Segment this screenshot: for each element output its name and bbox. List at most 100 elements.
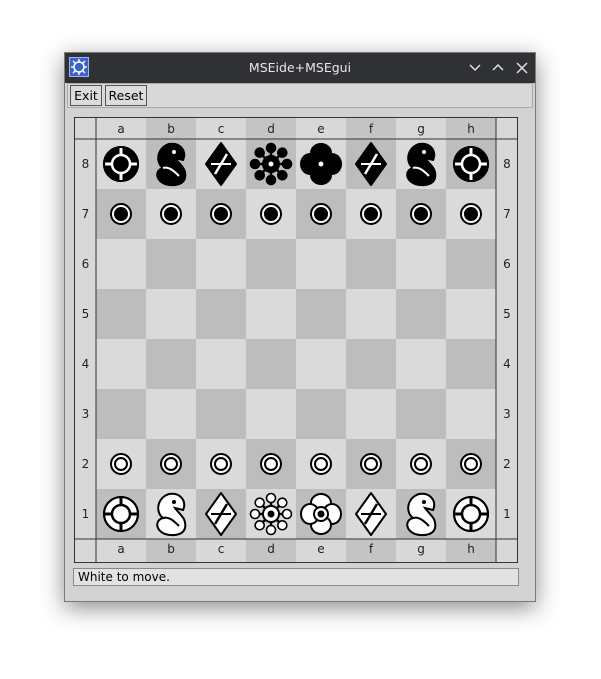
white-pawn-f2[interactable] xyxy=(360,453,382,475)
file-label-bottom-a: a xyxy=(117,542,124,556)
square-c4[interactable] xyxy=(196,339,246,389)
square-e4[interactable] xyxy=(296,339,346,389)
square-f6[interactable] xyxy=(346,239,396,289)
square-b4[interactable] xyxy=(146,339,196,389)
rank-label-left-6: 6 xyxy=(82,257,90,271)
rank-label-right-2: 2 xyxy=(503,457,511,471)
white-knight-b1[interactable] xyxy=(156,492,187,537)
rank-label-left-8: 8 xyxy=(82,157,90,171)
black-pawn-a7[interactable] xyxy=(110,203,132,225)
square-e5[interactable] xyxy=(296,289,346,339)
file-label-top-c: c xyxy=(218,122,225,136)
rank-label-left-1: 1 xyxy=(82,507,90,521)
square-a3[interactable] xyxy=(96,389,146,439)
square-h3[interactable] xyxy=(446,389,496,439)
rank-label-right-1: 1 xyxy=(503,507,511,521)
rank-label-right-7: 7 xyxy=(503,207,511,221)
status-bar: White to move. xyxy=(73,568,519,586)
white-pawn-h2[interactable] xyxy=(460,453,482,475)
rank-label-right-4: 4 xyxy=(503,357,511,371)
rank-label-left-2: 2 xyxy=(82,457,90,471)
chess-board[interactable]: aabbccddeeffgghh8 87 76 65 54 43 32 21 1 xyxy=(75,118,517,562)
square-e3[interactable] xyxy=(296,389,346,439)
file-label-top-e: e xyxy=(317,122,324,136)
white-pawn-g2[interactable] xyxy=(410,453,432,475)
file-label-bottom-d: d xyxy=(267,542,275,556)
black-pawn-c7[interactable] xyxy=(210,203,232,225)
toolbar: Exit Reset xyxy=(67,83,533,108)
rank-label-right-8: 8 xyxy=(503,157,511,171)
square-f5[interactable] xyxy=(346,289,396,339)
square-e6[interactable] xyxy=(296,239,346,289)
black-rook-h8[interactable] xyxy=(453,146,489,182)
black-pawn-b7[interactable] xyxy=(160,203,182,225)
file-label-top-h: h xyxy=(467,122,475,136)
rank-label-right-5: 5 xyxy=(503,307,511,321)
white-queen-d1[interactable] xyxy=(249,492,293,536)
white-pawn-a2[interactable] xyxy=(110,453,132,475)
black-queen-d8[interactable] xyxy=(249,142,293,186)
maximize-icon[interactable] xyxy=(489,59,507,77)
square-d4[interactable] xyxy=(246,339,296,389)
rank-label-left-7: 7 xyxy=(82,207,90,221)
file-label-bottom-b: b xyxy=(167,542,175,556)
rank-label-left-4: 4 xyxy=(82,357,90,371)
title-bar[interactable]: MSEide+MSEgui xyxy=(65,53,535,83)
square-g4[interactable] xyxy=(396,339,446,389)
square-d5[interactable] xyxy=(246,289,296,339)
square-c3[interactable] xyxy=(196,389,246,439)
square-h4[interactable] xyxy=(446,339,496,389)
rank-label-right-6: 6 xyxy=(503,257,511,271)
square-a6[interactable] xyxy=(96,239,146,289)
square-c6[interactable] xyxy=(196,239,246,289)
square-d3[interactable] xyxy=(246,389,296,439)
square-b6[interactable] xyxy=(146,239,196,289)
black-pawn-g7[interactable] xyxy=(410,203,432,225)
rank-label-left-3: 3 xyxy=(82,407,90,421)
file-label-bottom-c: c xyxy=(218,542,225,556)
square-d6[interactable] xyxy=(246,239,296,289)
close-icon[interactable] xyxy=(513,59,531,77)
black-pawn-e7[interactable] xyxy=(310,203,332,225)
minimize-icon[interactable] xyxy=(466,59,484,77)
black-pawn-d7[interactable] xyxy=(260,203,282,225)
black-knight-b8[interactable] xyxy=(156,142,187,187)
square-g6[interactable] xyxy=(396,239,446,289)
file-label-bottom-e: e xyxy=(317,542,324,556)
black-pawn-h7[interactable] xyxy=(460,203,482,225)
square-a4[interactable] xyxy=(96,339,146,389)
square-g3[interactable] xyxy=(396,389,446,439)
square-f4[interactable] xyxy=(346,339,396,389)
file-label-top-g: g xyxy=(417,122,425,136)
rank-label-right-3: 3 xyxy=(503,407,511,421)
white-rook-h1[interactable] xyxy=(453,496,489,532)
file-label-top-d: d xyxy=(267,122,275,136)
black-rook-a8[interactable] xyxy=(103,146,139,182)
square-a5[interactable] xyxy=(96,289,146,339)
white-knight-g1[interactable] xyxy=(406,492,437,537)
rank-label-left-5: 5 xyxy=(82,307,90,321)
white-pawn-d2[interactable] xyxy=(260,453,282,475)
file-label-bottom-g: g xyxy=(417,542,425,556)
file-label-bottom-h: h xyxy=(467,542,475,556)
app-window: MSEide+MSEgui Exit Reset aabbccddeeffggh… xyxy=(64,52,536,602)
white-rook-a1[interactable] xyxy=(103,496,139,532)
exit-button[interactable]: Exit xyxy=(70,85,102,106)
white-pawn-b2[interactable] xyxy=(160,453,182,475)
file-label-top-b: b xyxy=(167,122,175,136)
square-g5[interactable] xyxy=(396,289,446,339)
square-h5[interactable] xyxy=(446,289,496,339)
square-c5[interactable] xyxy=(196,289,246,339)
square-b5[interactable] xyxy=(146,289,196,339)
white-pawn-c2[interactable] xyxy=(210,453,232,475)
square-f3[interactable] xyxy=(346,389,396,439)
file-label-top-a: a xyxy=(117,122,124,136)
chess-board-frame: aabbccddeeffgghh8877665544332211 xyxy=(74,117,518,563)
white-pawn-e2[interactable] xyxy=(310,453,332,475)
square-h6[interactable] xyxy=(446,239,496,289)
square-b3[interactable] xyxy=(146,389,196,439)
reset-button[interactable]: Reset xyxy=(105,85,147,106)
black-knight-g8[interactable] xyxy=(406,142,437,187)
window-title: MSEide+MSEgui xyxy=(248,60,352,75)
black-pawn-f7[interactable] xyxy=(360,203,382,225)
